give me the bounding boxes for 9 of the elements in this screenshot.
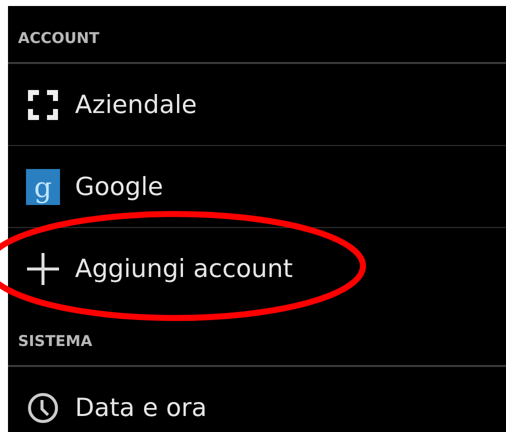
plus-icon: [24, 250, 60, 286]
settings-item[interactable]: Data e ora: [8, 367, 506, 432]
settings-item[interactable]: Aggiungi account: [8, 227, 506, 309]
section-header: ACCOUNT: [18, 29, 100, 47]
settings-item[interactable]: g Google: [8, 145, 506, 227]
settings-item[interactable]: Aziendale: [8, 64, 506, 145]
section-header: SISTEMA: [18, 332, 92, 350]
clock-icon: [26, 392, 58, 424]
google-icon: g: [26, 168, 60, 204]
